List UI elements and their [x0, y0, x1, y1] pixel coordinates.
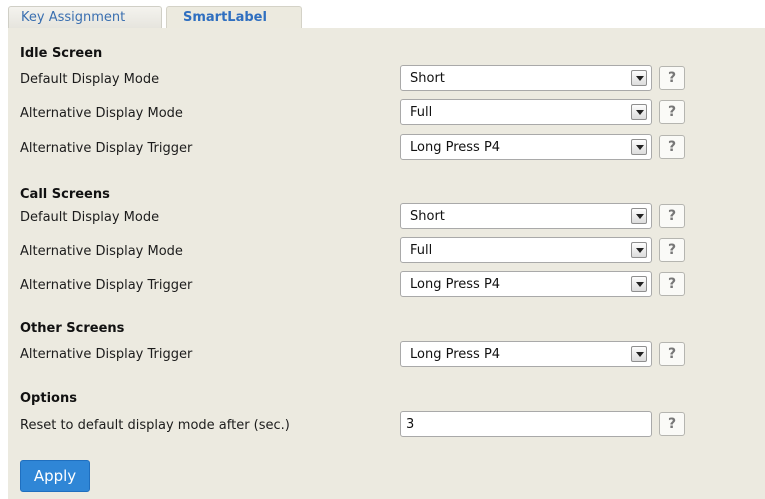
help-button[interactable]: ? — [659, 135, 685, 159]
tab-key-assignment[interactable]: Key Assignment — [8, 6, 162, 28]
chevron-down-icon — [631, 242, 647, 258]
help-button[interactable]: ? — [659, 342, 685, 366]
call-alt-mode-select[interactable]: Full — [400, 237, 652, 263]
tab-bar: Key Assignment SmartLabel — [0, 0, 765, 28]
idle-screen-heading: Idle Screen — [20, 46, 103, 61]
select-value: Short — [410, 209, 445, 224]
select-value: Long Press P4 — [410, 277, 501, 292]
options-heading: Options — [20, 391, 77, 406]
idle-default-mode-select[interactable]: Short — [400, 65, 652, 91]
other-screens-heading: Other Screens — [20, 321, 125, 336]
call-default-mode-label: Default Display Mode — [20, 210, 160, 225]
select-value: Full — [410, 105, 433, 120]
reset-timeout-label: Reset to default display mode after (sec… — [20, 418, 290, 433]
smartlabel-panel: Idle Screen Default Display Mode Short ?… — [8, 28, 765, 499]
select-value: Short — [410, 71, 445, 86]
select-value: Full — [410, 243, 433, 258]
chevron-down-icon — [631, 276, 647, 292]
call-alt-mode-label: Alternative Display Mode — [20, 244, 183, 259]
help-button[interactable]: ? — [659, 272, 685, 296]
select-value: Long Press P4 — [410, 347, 501, 362]
other-alt-trigger-label: Alternative Display Trigger — [20, 347, 193, 362]
chevron-down-icon — [631, 346, 647, 362]
other-alt-trigger-select[interactable]: Long Press P4 — [400, 341, 652, 367]
call-alt-trigger-select[interactable]: Long Press P4 — [400, 271, 652, 297]
select-value: Long Press P4 — [410, 140, 501, 155]
idle-alt-trigger-select[interactable]: Long Press P4 — [400, 134, 652, 160]
idle-default-mode-label: Default Display Mode — [20, 72, 160, 87]
idle-alt-mode-label: Alternative Display Mode — [20, 106, 183, 121]
chevron-down-icon — [631, 208, 647, 224]
help-button[interactable]: ? — [659, 412, 685, 436]
apply-button[interactable]: Apply — [20, 460, 90, 492]
call-alt-trigger-label: Alternative Display Trigger — [20, 278, 193, 293]
idle-alt-mode-select[interactable]: Full — [400, 99, 652, 125]
chevron-down-icon — [631, 70, 647, 86]
help-button[interactable]: ? — [659, 204, 685, 228]
help-button[interactable]: ? — [659, 238, 685, 262]
input-value: 3 — [406, 417, 415, 432]
chevron-down-icon — [631, 104, 647, 120]
tab-smartlabel[interactable]: SmartLabel — [166, 6, 302, 28]
idle-alt-trigger-label: Alternative Display Trigger — [20, 141, 193, 156]
reset-timeout-input[interactable]: 3 — [400, 411, 652, 437]
chevron-down-icon — [631, 139, 647, 155]
call-screens-heading: Call Screens — [20, 187, 110, 202]
call-default-mode-select[interactable]: Short — [400, 203, 652, 229]
help-button[interactable]: ? — [659, 66, 685, 90]
help-button[interactable]: ? — [659, 100, 685, 124]
